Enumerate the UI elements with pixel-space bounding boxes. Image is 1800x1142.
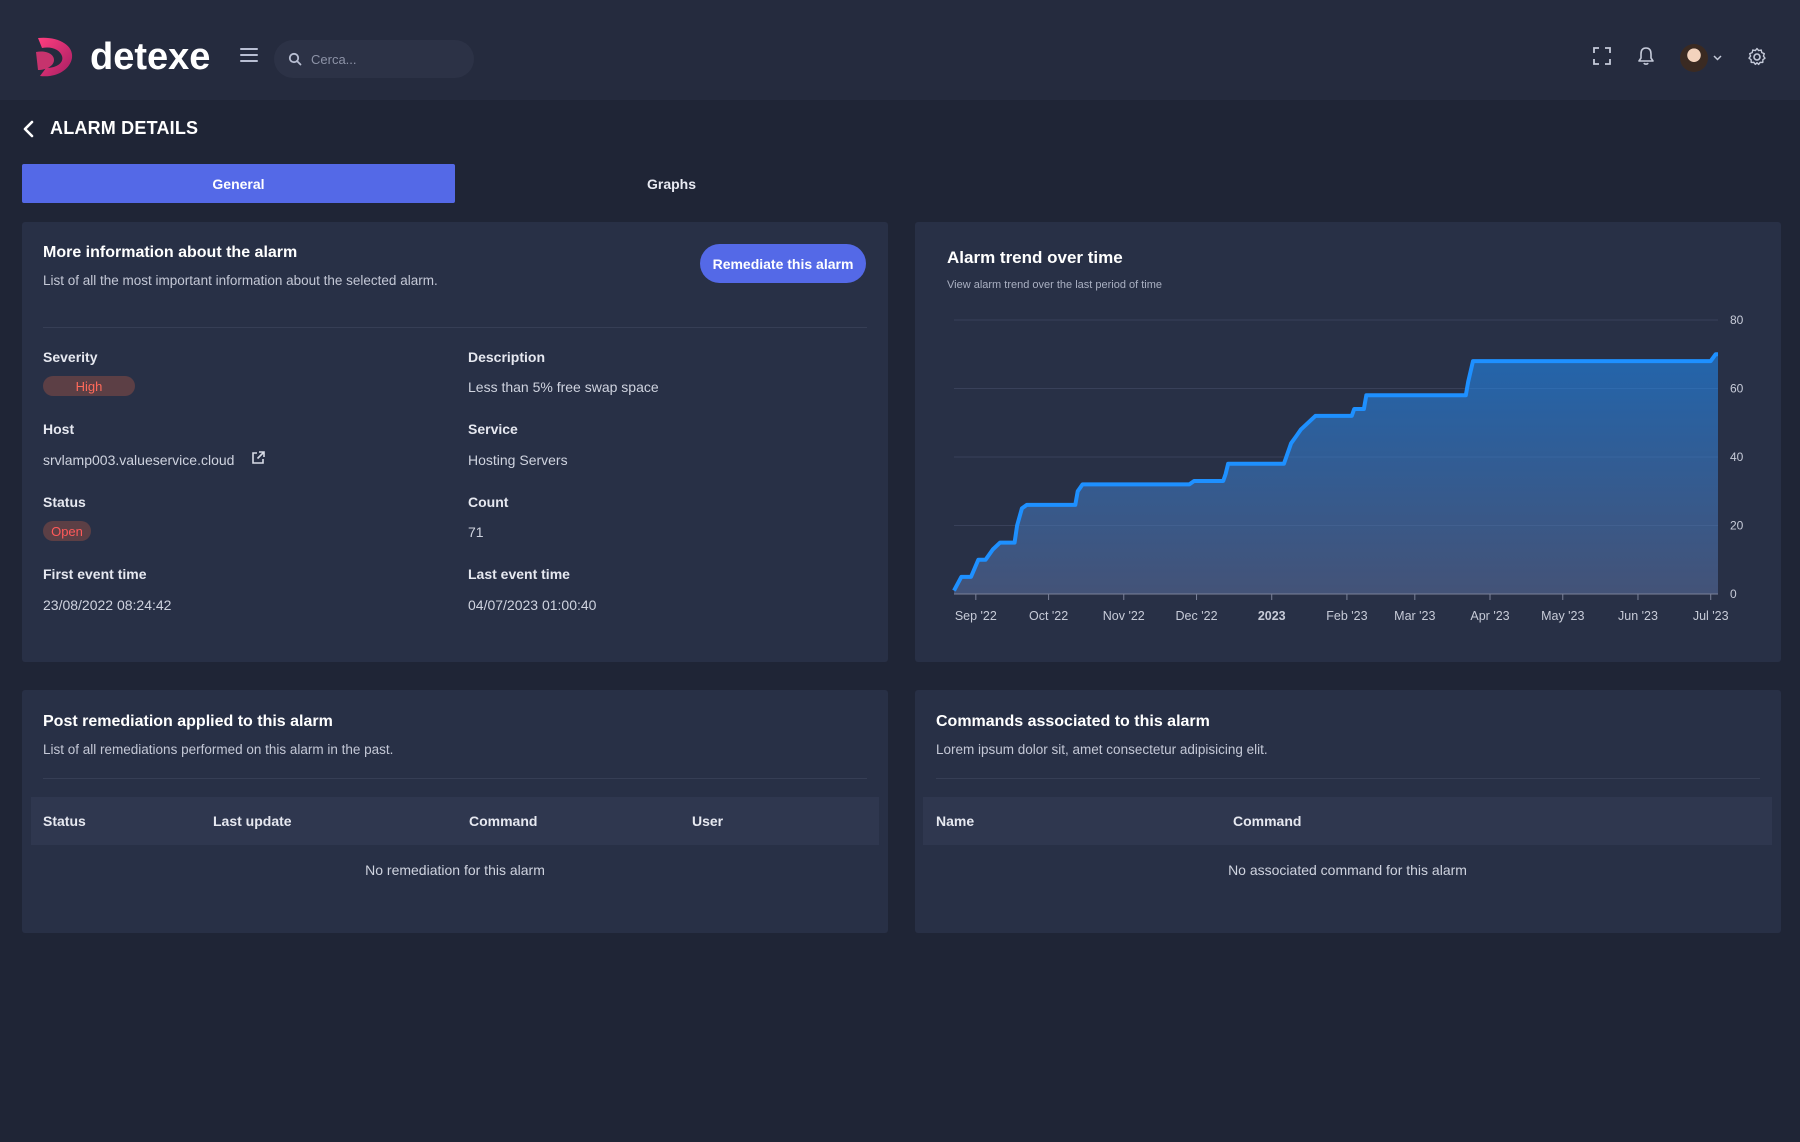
divider — [43, 778, 867, 779]
y-tick-label: 80 — [1730, 313, 1744, 327]
x-tick-label: Jul '23 — [1693, 609, 1729, 623]
alarm-trend-chart[interactable]: 0 20 40 60 80 Sep '22 Oct '22 Nov '22 Dec '22 202… — [940, 300, 1760, 640]
x-tick-label: Jun '23 — [1618, 609, 1658, 623]
x-tick-label: Nov '22 — [1103, 609, 1145, 623]
divider — [43, 327, 867, 328]
external-link-icon[interactable] — [250, 450, 266, 466]
last-event-label: Last event time — [468, 566, 570, 582]
x-tick-label: Feb '23 — [1326, 609, 1367, 623]
page-header: ALARM DETAILS — [22, 118, 198, 139]
remediation-subtitle: List of all remediations performed on th… — [43, 742, 394, 757]
first-event-label: First event time — [43, 566, 147, 582]
chevron-down-icon[interactable] — [1713, 53, 1722, 62]
y-tick-label: 40 — [1730, 450, 1744, 464]
commands-subtitle: Lorem ipsum dolor sit, amet consectetur … — [936, 742, 1268, 757]
user-avatar[interactable] — [1680, 44, 1708, 72]
search-icon — [288, 52, 302, 66]
tab-general[interactable]: General — [22, 164, 455, 203]
last-event-value: 04/07/2023 01:00:40 — [468, 597, 597, 613]
host-label: Host — [43, 421, 75, 437]
commands-empty-message: No associated command for this alarm — [1228, 862, 1467, 878]
alarm-info-title: More information about the alarm — [43, 244, 298, 261]
remediation-empty-message: No remediation for this alarm — [365, 862, 545, 878]
severity-badge: High — [43, 376, 135, 396]
fullscreen-icon[interactable] — [1592, 46, 1612, 66]
commands-table-header: Name Command — [923, 797, 1772, 845]
column-header-command[interactable]: Command — [469, 797, 537, 845]
remediation-title: Post remediation applied to this alarm — [43, 713, 333, 730]
logo-mark-icon — [36, 37, 73, 77]
service-value: Hosting Servers — [468, 452, 568, 468]
y-tick-label: 20 — [1730, 519, 1744, 533]
back-arrow-icon[interactable] — [22, 120, 36, 138]
x-tick-label: Apr '23 — [1470, 609, 1509, 623]
y-tick-label: 60 — [1730, 382, 1744, 396]
divider — [936, 778, 1760, 779]
page-title: ALARM DETAILS — [50, 118, 199, 138]
remediation-table-header: Status Last update Command User — [31, 797, 879, 845]
tab-graphs[interactable]: Graphs — [455, 164, 888, 203]
logo[interactable]: detexe — [32, 34, 210, 80]
column-header-user[interactable]: User — [692, 797, 723, 845]
top-navbar: detexe — [0, 0, 1800, 100]
search-box[interactable] — [274, 40, 474, 78]
column-header-last-update[interactable]: Last update — [213, 797, 292, 845]
x-tick-label: Sep '22 — [955, 609, 997, 623]
chart-title: Alarm trend over time — [947, 248, 1123, 267]
x-tick-label: May '23 — [1541, 609, 1584, 623]
host-value: srvlamp003.valueservice.cloud — [43, 452, 235, 468]
status-label: Status — [43, 494, 86, 510]
service-label: Service — [468, 421, 518, 437]
x-tick-label: Dec '22 — [1176, 609, 1218, 623]
search-input[interactable] — [311, 51, 461, 67]
status-badge: Open — [43, 521, 91, 541]
column-header-command[interactable]: Command — [1233, 797, 1301, 845]
y-tick-label: 0 — [1730, 587, 1737, 601]
x-tick-label: Oct '22 — [1029, 609, 1068, 623]
column-header-name[interactable]: Name — [936, 797, 974, 845]
alarm-info-card — [22, 222, 888, 662]
x-tick-label: 2023 — [1258, 609, 1286, 623]
gear-icon[interactable] — [1747, 47, 1767, 67]
chart-subtitle: View alarm trend over the last period of… — [947, 279, 1163, 291]
column-header-status[interactable]: Status — [43, 797, 86, 845]
hamburger-menu-icon[interactable] — [240, 48, 258, 64]
commands-title: Commands associated to this alarm — [936, 713, 1210, 730]
first-event-value: 23/08/2022 08:24:42 — [43, 597, 172, 613]
series-area — [954, 354, 1718, 594]
alarm-info-subtitle: List of all the most important informati… — [43, 273, 438, 288]
notification-bell-icon[interactable] — [1636, 46, 1656, 66]
severity-label: Severity — [43, 349, 98, 365]
description-value: Less than 5% free swap space — [468, 379, 659, 395]
description-label: Description — [468, 349, 546, 365]
remediate-button[interactable]: Remediate this alarm — [700, 244, 866, 283]
logo-text: detexe — [90, 35, 211, 78]
count-label: Count — [468, 494, 509, 510]
x-tick-label: Mar '23 — [1394, 609, 1435, 623]
count-value: 71 — [468, 524, 484, 540]
